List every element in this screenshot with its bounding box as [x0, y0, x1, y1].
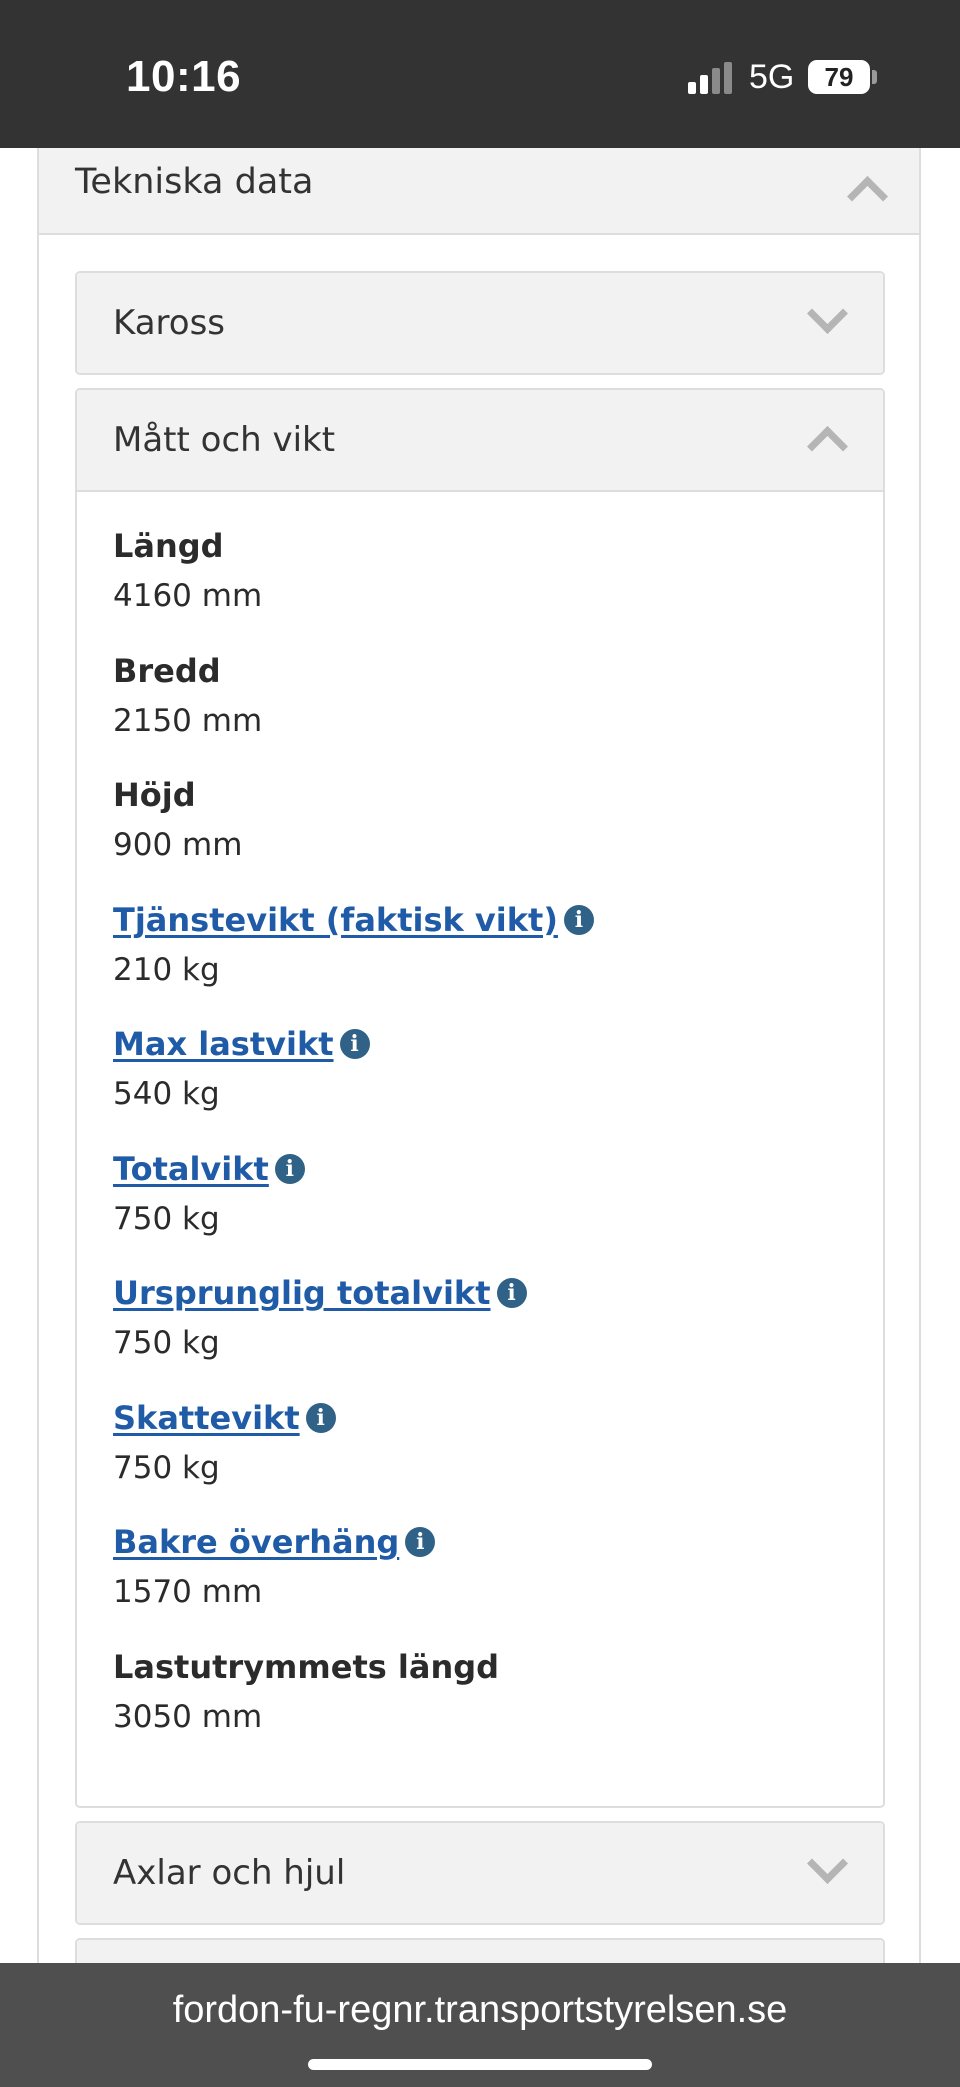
field-bakre-overhang: Bakre överhäng i 1570 mm	[113, 1516, 853, 1641]
battery-tip	[872, 70, 877, 84]
kaross-title: Kaross	[113, 303, 225, 343]
field-value: 900 mm	[113, 827, 243, 863]
totalvikt-link[interactable]: Totalvikt	[113, 1150, 269, 1188]
field-tjanstevikt: Tjänstevikt (faktisk vikt) i 210 kg	[113, 894, 853, 1019]
matt-och-vikt-title: Mått och vikt	[113, 420, 336, 460]
field-totalvikt: Totalvikt i 750 kg	[113, 1143, 853, 1268]
matt-och-vikt-panel: Mått och vikt Längd 4160 mm Bredd 2150 m…	[75, 388, 885, 1808]
axlar-och-hjul-title: Axlar och hjul	[113, 1853, 346, 1893]
field-value: 750 kg	[113, 1449, 220, 1486]
chevron-down-icon	[806, 292, 849, 335]
field-max-lastvikt: Max lastvikt i 540 kg	[113, 1018, 853, 1143]
info-icon[interactable]: i	[274, 1153, 305, 1184]
field-langd: Längd 4160 mm	[113, 520, 853, 645]
tekniska-data-header[interactable]: Tekniska data	[39, 148, 919, 235]
status-time: 10:16	[126, 52, 242, 101]
field-label: Lastutrymmets längd	[113, 1647, 500, 1686]
home-indicator[interactable]	[308, 2059, 652, 2070]
info-icon[interactable]: i	[496, 1278, 527, 1308]
field-ursprunglig-totalvikt: Ursprunglig totalvikt i 750 kg	[113, 1267, 853, 1392]
chevron-up-icon	[806, 425, 849, 468]
network-label: 5G	[749, 58, 795, 96]
kaross-panel: Kaross	[75, 271, 885, 375]
field-value: 4160 mm	[113, 578, 263, 614]
field-bredd: Bredd 2150 mm	[113, 645, 853, 770]
field-value: 540 kg	[113, 1076, 220, 1112]
chevron-down-icon	[806, 1842, 849, 1885]
field-value: 750 kg	[113, 1325, 220, 1361]
browser-url-bar[interactable]: fordon-fu-regnr.transportstyrelsen.se	[0, 1963, 960, 2087]
info-icon[interactable]: i	[339, 1029, 370, 1059]
info-icon[interactable]: i	[563, 904, 594, 935]
section-title: Tekniska data	[75, 162, 314, 202]
tekniska-data-panel: Tekniska data Kaross Mått och vikt Längd…	[37, 148, 921, 1980]
field-value: 1570 mm	[113, 1574, 263, 1610]
skattevikt-link[interactable]: Skattevikt	[113, 1399, 300, 1437]
field-skattevikt: Skattevikt i 750 kg	[113, 1392, 853, 1517]
axlar-och-hjul-header[interactable]: Axlar och hjul	[77, 1823, 883, 1923]
tjanstevikt-link[interactable]: Tjänstevikt (faktisk vikt)	[113, 901, 558, 939]
field-label: Längd	[113, 527, 224, 565]
url-text[interactable]: fordon-fu-regnr.transportstyrelsen.se	[0, 1989, 960, 2032]
info-icon[interactable]: i	[305, 1402, 336, 1433]
signal-icon	[688, 62, 736, 94]
chevron-up-icon	[846, 175, 889, 218]
field-label: Bredd	[113, 651, 221, 690]
bakre-overhang-link[interactable]: Bakre överhäng	[113, 1523, 399, 1561]
battery-icon: 79	[808, 60, 870, 94]
status-bar: 10:16 5G 79	[0, 0, 960, 148]
field-label: Höjd	[113, 776, 196, 814]
info-icon[interactable]: i	[405, 1527, 436, 1557]
ursprunglig-totalvikt-link[interactable]: Ursprunglig totalvikt	[113, 1274, 491, 1312]
matt-och-vikt-header[interactable]: Mått och vikt	[77, 390, 883, 492]
field-list: Längd 4160 mm Bredd 2150 mm Höjd 900 mm …	[113, 520, 853, 1765]
field-value: 3050 mm	[113, 1698, 263, 1735]
field-value: 210 kg	[113, 951, 220, 988]
field-hojd: Höjd 900 mm	[113, 769, 853, 894]
axlar-och-hjul-panel: Axlar och hjul	[75, 1821, 885, 1925]
field-value: 750 kg	[113, 1200, 220, 1237]
field-value: 2150 mm	[113, 702, 263, 739]
kaross-header[interactable]: Kaross	[77, 273, 883, 373]
max-lastvikt-link[interactable]: Max lastvikt	[113, 1025, 334, 1063]
field-lastutrymmets-langd: Lastutrymmets längd 3050 mm	[113, 1641, 853, 1766]
